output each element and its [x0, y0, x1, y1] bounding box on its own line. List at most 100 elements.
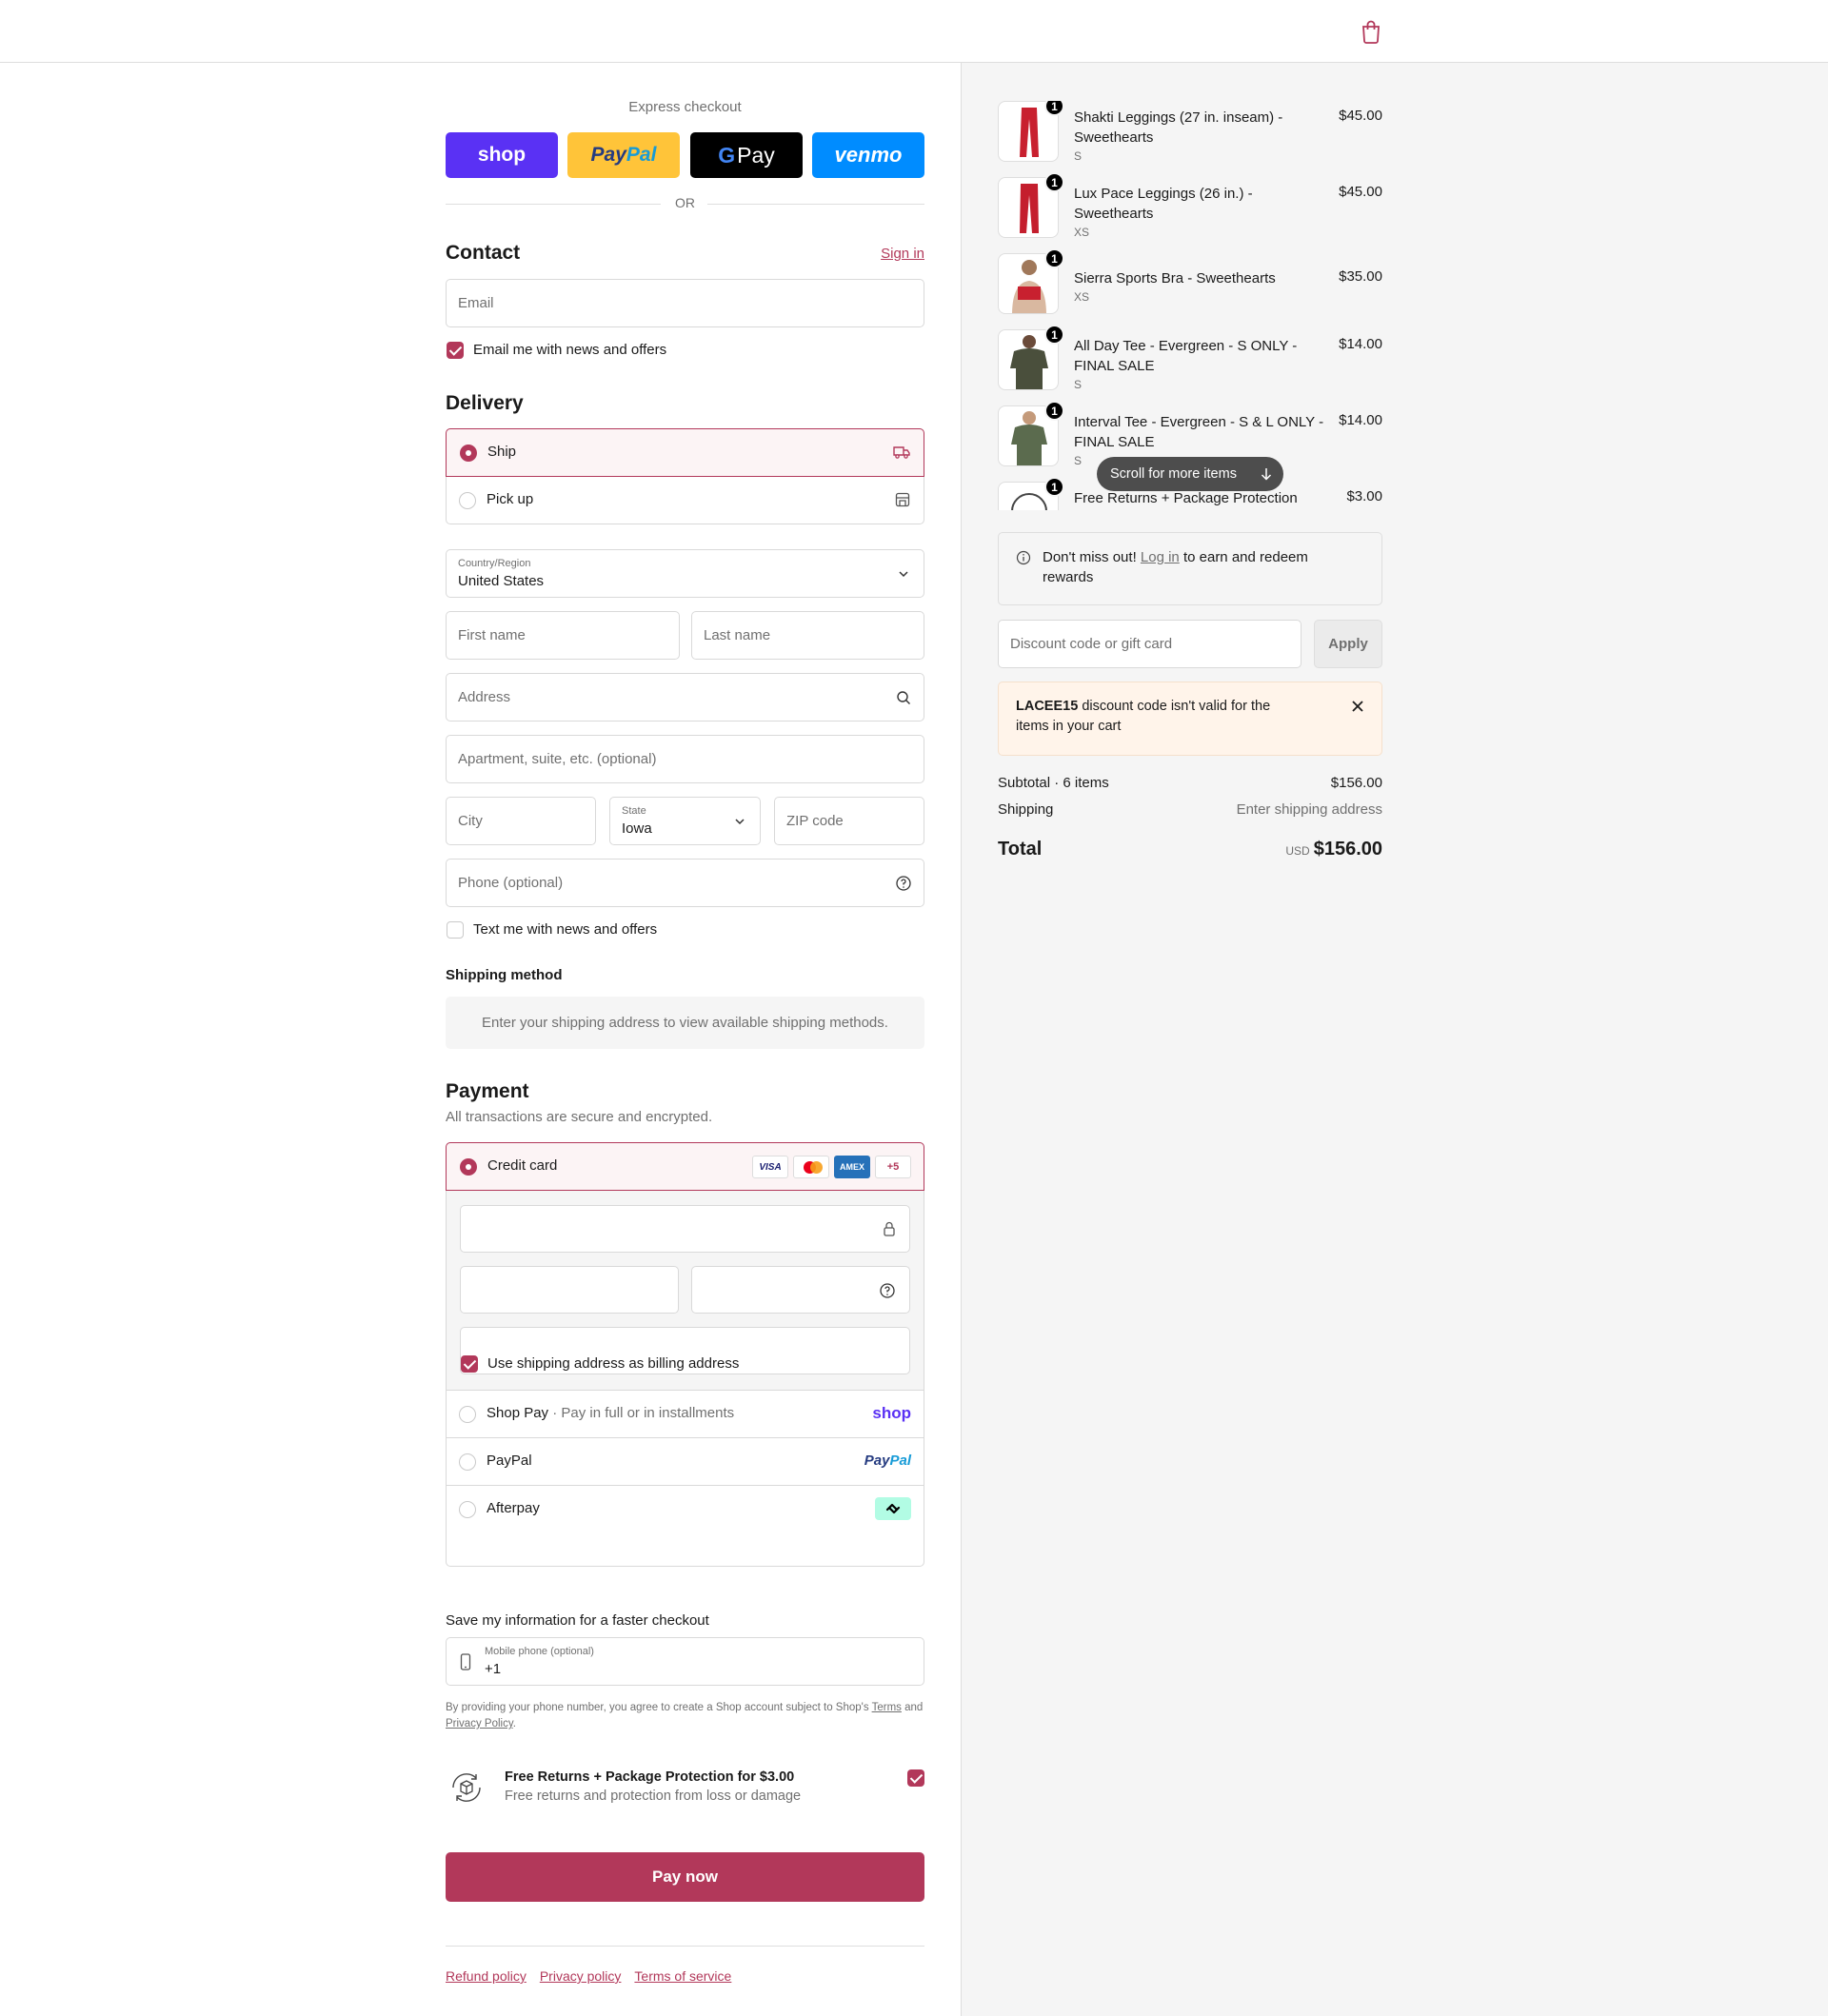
- billing-same-label: Use shipping address as billing address: [487, 1355, 740, 1372]
- protection-title: Free Returns + Package Protection for $3…: [505, 1769, 795, 1785]
- refund-policy-link[interactable]: Refund policy: [446, 1968, 527, 1984]
- shipping-label: Shipping: [998, 801, 1054, 818]
- card-number-field[interactable]: [460, 1205, 910, 1253]
- first-name-field[interactable]: First name: [446, 611, 680, 660]
- paypal-logo: PayPal: [864, 1453, 911, 1469]
- item-variant: S: [1074, 378, 1083, 391]
- apply-discount-button[interactable]: Apply: [1314, 620, 1382, 668]
- item-variant: S: [1074, 149, 1083, 163]
- payment-option-paypal[interactable]: PayPal PayPal: [446, 1437, 924, 1485]
- footer-links: Refund policy Privacy policy Terms of serv…: [446, 1968, 745, 1984]
- zip-field[interactable]: ZIP code: [774, 797, 924, 845]
- protection-checkbox[interactable]: [907, 1769, 924, 1787]
- discount-code-field[interactable]: Discount code or gift card: [998, 620, 1301, 668]
- google-g-icon: G: [718, 142, 736, 168]
- express-checkout-title: Express checkout: [628, 99, 742, 115]
- afterpay-radio[interactable]: [459, 1501, 476, 1518]
- payment-option-credit-card[interactable]: Credit card VISA AMEX +5: [446, 1142, 924, 1191]
- venmo-button[interactable]: venmo: [812, 132, 924, 178]
- mastercard-icon: [793, 1156, 829, 1178]
- search-icon: [897, 691, 910, 704]
- terms-of-service-link[interactable]: Terms of service: [634, 1968, 731, 1984]
- chevron-down-icon: [899, 571, 908, 578]
- cart-item: 1 Sierra Sports Bra - Sweethearts XS $35…: [998, 248, 1382, 329]
- mobile-phone-field[interactable]: Mobile phone (optional) +1: [446, 1637, 924, 1686]
- scroll-more-button[interactable]: Scroll for more items: [1097, 457, 1283, 491]
- expiration-date-field[interactable]: [460, 1266, 679, 1314]
- contact-heading: Contact: [446, 242, 521, 264]
- rewards-text: Don't miss out! Log in to earn and redee…: [1043, 549, 1308, 585]
- venmo-logo: venmo: [834, 143, 903, 167]
- city-field[interactable]: City: [446, 797, 596, 845]
- payment-option-shop-pay[interactable]: Shop Pay · Pay in full or in installment…: [446, 1390, 924, 1437]
- shipping-method-heading: Shipping method: [446, 967, 563, 983]
- shop-pay-radio[interactable]: [459, 1406, 476, 1423]
- total-value: $156.00: [1313, 839, 1382, 860]
- paypal-label: PayPal: [487, 1453, 532, 1469]
- help-circle-icon[interactable]: [895, 875, 912, 892]
- billing-same-checkbox[interactable]: [461, 1355, 478, 1373]
- security-code-field[interactable]: [691, 1266, 910, 1314]
- payment-heading: Payment: [446, 1080, 529, 1102]
- paypal-button[interactable]: Pay Pal: [567, 132, 680, 178]
- payment-subtitle: All transactions are secure and encrypte…: [446, 1109, 713, 1125]
- currency-code: USD: [1285, 844, 1310, 858]
- email-placeholder: Email: [458, 295, 494, 311]
- state-select[interactable]: State Iowa: [609, 797, 761, 845]
- shopping-bag-icon[interactable]: [1360, 19, 1382, 44]
- total-label: Total: [998, 839, 1043, 860]
- last-name-placeholder: Last name: [704, 627, 771, 643]
- cart-item: 1 Lux Pace Leggings (26 in.) - Sweethear…: [998, 172, 1382, 253]
- last-name-field[interactable]: Last name: [691, 611, 924, 660]
- state-value: Iowa: [622, 820, 652, 837]
- help-circle-icon[interactable]: [879, 1282, 896, 1299]
- shipping-value: Enter shipping address: [1236, 801, 1382, 818]
- phone-placeholder: Phone (optional): [458, 875, 564, 891]
- legal-prefix: By providing your phone number, you agre…: [446, 1702, 869, 1713]
- total-amount: USD $156.00: [1285, 839, 1382, 860]
- zip-placeholder: ZIP code: [786, 813, 844, 829]
- country-label: Country/Region: [458, 558, 531, 569]
- sign-in-link[interactable]: Sign in: [881, 246, 924, 262]
- shop-privacy-link[interactable]: Privacy Policy: [446, 1718, 513, 1729]
- pay-now-button[interactable]: Pay now: [446, 1852, 924, 1902]
- paypal-logo-pay: Pay: [590, 144, 626, 166]
- shop-pay-button[interactable]: shop: [446, 132, 558, 178]
- cart-item: 1 All Day Tee - Evergreen - S ONLY - FIN…: [998, 325, 1382, 405]
- store-icon: [895, 492, 910, 507]
- delivery-heading: Delivery: [446, 392, 524, 414]
- email-news-checkbox[interactable]: [447, 342, 464, 359]
- more-cards-badge: +5: [875, 1156, 911, 1178]
- country-select[interactable]: Country/Region United States: [446, 549, 924, 598]
- shop-terms-link[interactable]: Terms: [872, 1702, 902, 1713]
- subtotal-value: $156.00: [1330, 775, 1382, 791]
- item-name: Interval Tee - Evergreen - S & L ONLY - …: [1074, 414, 1324, 450]
- email-field[interactable]: Email: [446, 279, 924, 327]
- privacy-policy-link[interactable]: Privacy policy: [540, 1968, 622, 1984]
- mobile-phone-value: +1: [485, 1661, 502, 1677]
- payment-option-afterpay[interactable]: Afterpay: [446, 1485, 924, 1532]
- divider: [446, 1946, 924, 1947]
- close-icon[interactable]: [1351, 700, 1364, 713]
- delivery-option-ship[interactable]: Ship: [446, 428, 924, 477]
- pickup-radio[interactable]: [459, 492, 476, 509]
- address-field[interactable]: Address: [446, 673, 924, 721]
- credit-card-label: Credit card: [487, 1157, 558, 1174]
- paypal-logo-pal: Pal: [626, 144, 657, 166]
- shop-pay-logo: shop: [872, 1404, 911, 1422]
- text-news-checkbox[interactable]: [447, 921, 464, 939]
- email-news-label: Email me with news and offers: [473, 342, 667, 358]
- ship-radio[interactable]: [460, 445, 477, 462]
- phone-field[interactable]: Phone (optional): [446, 859, 924, 907]
- legal-and: and: [904, 1702, 924, 1713]
- or-label: OR: [675, 195, 695, 210]
- item-name: Free Returns + Package Protection: [1074, 490, 1298, 506]
- mobile-phone-label: Mobile phone (optional): [485, 1646, 594, 1657]
- apartment-field[interactable]: Apartment, suite, etc. (optional): [446, 735, 924, 783]
- credit-card-radio[interactable]: [460, 1158, 477, 1176]
- google-pay-button[interactable]: G Pay: [690, 132, 803, 178]
- rewards-login-link[interactable]: Log in: [1141, 549, 1180, 565]
- paypal-radio[interactable]: [459, 1453, 476, 1471]
- delivery-option-pickup[interactable]: Pick up: [446, 477, 924, 524]
- item-price: $14.00: [1339, 412, 1382, 428]
